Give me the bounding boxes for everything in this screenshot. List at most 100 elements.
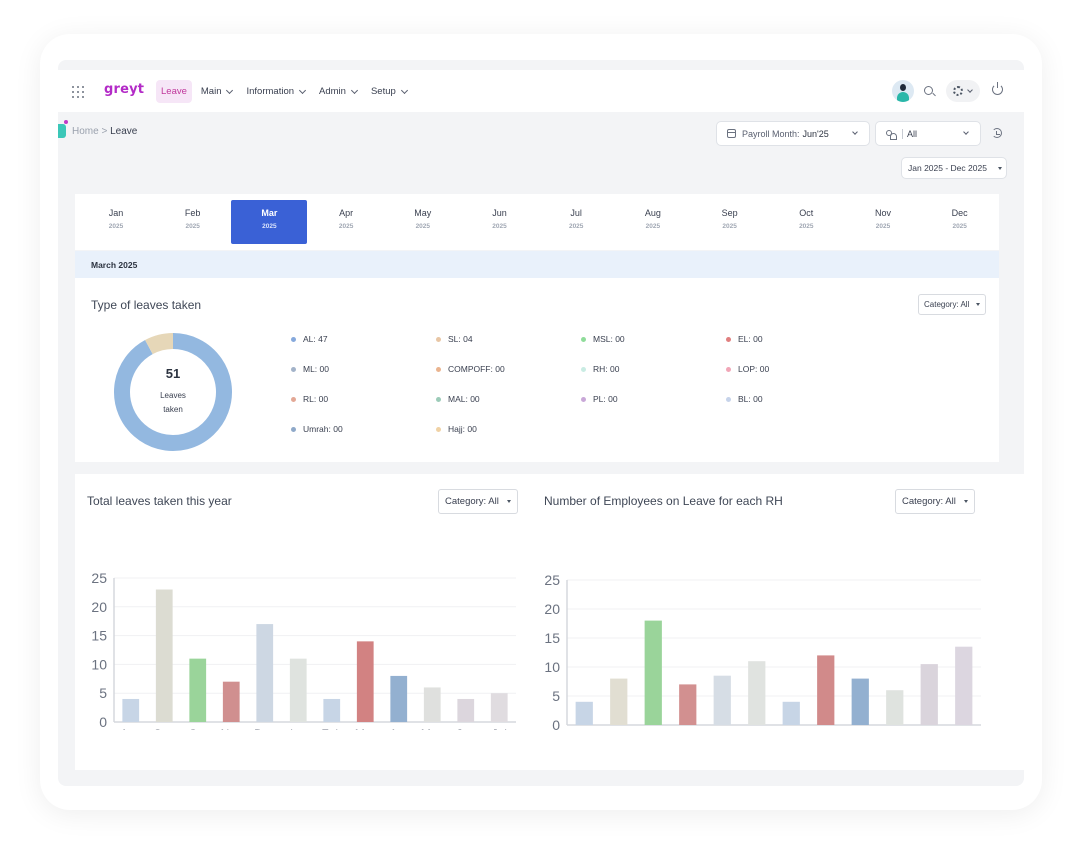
month-name: Sep [721, 208, 738, 218]
bar-may[interactable] [423, 687, 441, 722]
brand-logo[interactable]: greyt [104, 82, 144, 97]
month-name: Oct [799, 208, 814, 218]
month-year: 2025 [875, 223, 891, 230]
x-tick-label: Nov [221, 727, 242, 730]
legend-label: MSL: 00 [593, 334, 625, 344]
rh-leaves-title: Number of Employees on Leave for each RH [544, 494, 783, 508]
month-tab-oct[interactable]: Oct 2025 [768, 200, 844, 244]
employee-filter-select[interactable]: All [875, 121, 981, 146]
bar-jul[interactable] [955, 646, 973, 725]
legend-label: RH: 00 [593, 364, 620, 374]
y-tick-label: 0 [552, 717, 560, 730]
bar-may[interactable] [886, 690, 904, 725]
bar-aug[interactable] [122, 698, 140, 722]
month-tab-jul[interactable]: Jul 2025 [538, 200, 614, 244]
x-tick-label: jan [289, 727, 306, 730]
nav-item-main[interactable]: Main [196, 80, 238, 103]
month-name: Dec [951, 208, 968, 218]
legend-swatch [436, 426, 441, 432]
bar-nov[interactable] [679, 684, 697, 725]
bar-oct[interactable] [644, 620, 662, 725]
month-tab-apr[interactable]: Apr 2025 [308, 200, 384, 244]
chevron-down-icon [967, 87, 973, 93]
bar-jun[interactable] [920, 664, 938, 725]
month-tab-mar[interactable]: Mar 2025 [231, 200, 308, 244]
history-icon[interactable] [992, 128, 1002, 138]
month-year: 2025 [415, 223, 431, 230]
leave-types-card: Type of leaves taken Category: All 51 Le… [75, 278, 999, 462]
bar-nov[interactable] [222, 681, 240, 722]
power-icon[interactable] [992, 82, 1003, 95]
legend-item: Umrah: 00 [291, 424, 343, 434]
bar-apr[interactable] [390, 675, 408, 722]
bar-jan[interactable] [289, 658, 307, 722]
bar-feb[interactable] [323, 698, 341, 722]
bar-sep[interactable] [155, 589, 173, 722]
payroll-month-label: Payroll Month: [742, 128, 800, 139]
month-tab-jan[interactable]: Jan 2025 [78, 200, 154, 244]
nav-item-leave[interactable]: Leave [156, 80, 192, 103]
month-year: 2025 [799, 223, 814, 230]
avatar[interactable] [892, 80, 914, 102]
nav-item-label: Information [246, 86, 295, 97]
calendar-icon [727, 129, 736, 138]
leave-types-category-select[interactable]: Category: All [918, 294, 987, 315]
legend-item: Hajj: 00 [436, 424, 477, 434]
rh-leaves-category-select[interactable]: Category: All [895, 489, 975, 514]
top-navbar: greyt Leave Main Information Admin Setup [58, 70, 1024, 112]
legend-label: MAL: 00 [448, 394, 480, 404]
chevron-down-icon [852, 129, 858, 135]
donut-label-line-2: taken [163, 405, 183, 414]
bar-jun[interactable] [457, 698, 475, 722]
chevron-down-icon [400, 86, 408, 94]
y-tick-label: 5 [552, 688, 560, 704]
month-year: 2025 [262, 223, 277, 230]
bar-mar[interactable] [356, 641, 374, 722]
bar-dec[interactable] [256, 624, 274, 722]
month-year: 2025 [722, 223, 737, 230]
nav-item-information[interactable]: Information [241, 80, 310, 103]
settings-menu-button[interactable] [946, 80, 980, 102]
bar-jan[interactable] [748, 661, 766, 725]
date-range-value: Jan 2025 - Dec 2025 [908, 163, 987, 173]
month-name: Aug [644, 208, 661, 218]
y-tick-label: 10 [544, 659, 560, 675]
month-year: 2025 [185, 223, 200, 230]
total-leaves-category-select[interactable]: Category: All [438, 489, 518, 514]
legend-label: Hajj: 00 [448, 424, 477, 434]
month-name: May [414, 208, 432, 218]
payroll-month-select[interactable]: Payroll Month: Jun'25 [716, 121, 870, 146]
nav-item-setup[interactable]: Setup [366, 80, 412, 103]
legend-swatch [291, 426, 296, 432]
nav-item-label: Setup [370, 86, 396, 97]
donut-total-label: Leaves taken [143, 389, 203, 417]
month-tab-may[interactable]: May 2025 [385, 200, 461, 244]
bar-sep[interactable] [610, 678, 628, 725]
nav-item-label: Leave [161, 86, 187, 97]
bar-mar[interactable] [817, 655, 835, 725]
bar-oct[interactable] [189, 658, 207, 722]
month-tab-jun[interactable]: Jun 2025 [462, 200, 538, 244]
search-icon[interactable] [924, 86, 933, 95]
month-tab-nov[interactable]: Nov 2025 [845, 200, 921, 244]
bar-aug[interactable] [575, 701, 593, 725]
leave-types-title: Type of leaves taken [91, 298, 202, 312]
month-name: Mar [261, 208, 278, 218]
month-tab-dec[interactable]: Dec 2025 [922, 200, 998, 244]
legend-swatch [436, 336, 441, 342]
selected-month-strip: March 2025 [75, 251, 999, 278]
apps-grid-icon[interactable] [72, 86, 84, 98]
bar-dec[interactable] [713, 675, 731, 725]
month-year: 2025 [338, 223, 354, 230]
date-range-select[interactable]: Jan 2025 - Dec 2025 [901, 157, 1007, 179]
category-value: Category: All [902, 496, 956, 507]
bar-feb[interactable] [782, 701, 800, 725]
chevron-down-icon [298, 86, 307, 94]
bar-apr[interactable] [851, 678, 869, 725]
nav-item-admin[interactable]: Admin [314, 80, 362, 103]
caret-down-icon [506, 500, 511, 503]
month-tab-aug[interactable]: Aug 2025 [615, 200, 691, 244]
breadcrumb-home[interactable]: Home [72, 126, 99, 137]
month-tab-feb[interactable]: Feb 2025 [155, 200, 231, 244]
month-tab-sep[interactable]: Sep 2025 [692, 200, 768, 244]
